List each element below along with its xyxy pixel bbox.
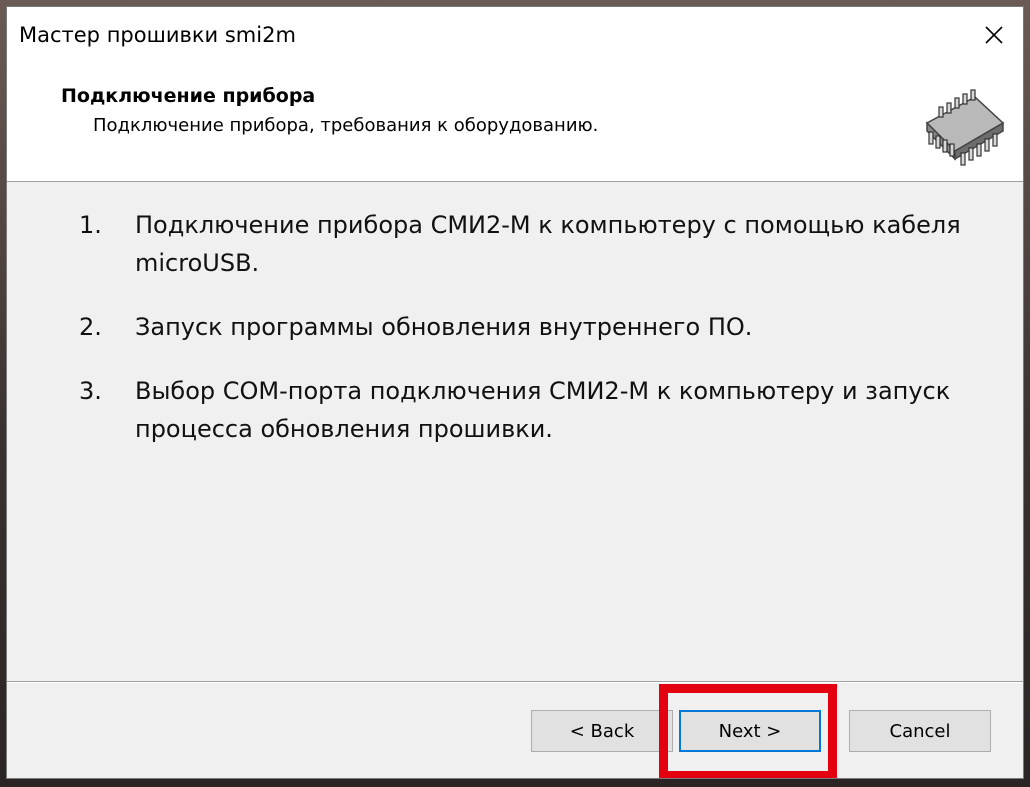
step-number: 3. <box>79 377 102 405</box>
step-text: Запуск программы обновления внутреннего … <box>135 313 753 341</box>
step-number: 2. <box>79 313 102 341</box>
cancel-button[interactable]: Cancel <box>849 710 991 752</box>
title-bar[interactable]: Мастер прошивки smi2m <box>7 7 1023 65</box>
close-icon <box>985 26 1003 44</box>
page-title: Подключение прибора <box>61 85 316 107</box>
steps-list: 1. Подключение прибора СМИ2-М к компьюте… <box>79 206 989 474</box>
window-title: Мастер прошивки smi2m <box>19 23 296 47</box>
step-number: 1. <box>79 211 102 239</box>
step-text: Подключение прибора СМИ2-М к компьютеру … <box>135 211 961 277</box>
footer-separator <box>7 681 1023 683</box>
chip-icon <box>925 89 1005 166</box>
list-item: 3. Выбор COM-порта подключения СМИ2-М к … <box>79 372 989 448</box>
wizard-window: Мастер прошивки smi2m Подключение прибор… <box>6 6 1024 779</box>
close-button[interactable] <box>973 15 1015 55</box>
page-subtitle: Подключение прибора, требования к оборуд… <box>93 115 599 136</box>
back-button[interactable]: < Back <box>531 710 673 752</box>
next-button[interactable]: Next > <box>679 710 821 752</box>
step-text: Выбор COM-порта подключения СМИ2-М к ком… <box>135 377 951 443</box>
list-item: 1. Подключение прибора СМИ2-М к компьюте… <box>79 206 989 282</box>
wizard-header: Подключение прибора Подключение прибора,… <box>7 65 1023 182</box>
list-item: 2. Запуск программы обновления внутренне… <box>79 308 989 346</box>
wizard-content: 1. Подключение прибора СМИ2-М к компьюте… <box>7 182 1023 680</box>
